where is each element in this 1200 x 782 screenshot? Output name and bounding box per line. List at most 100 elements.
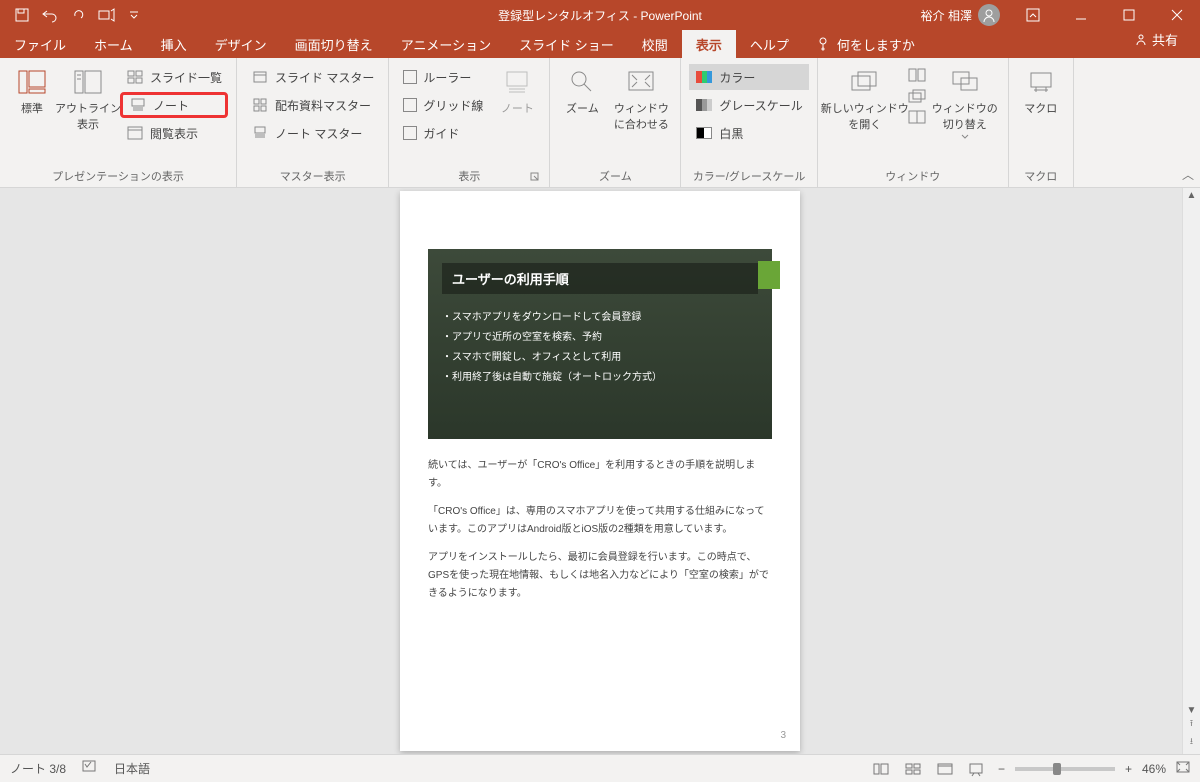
- handout-master-icon: [251, 96, 269, 114]
- page-indicator[interactable]: ノート 3/8: [10, 760, 66, 777]
- arrange-all-icon[interactable]: [908, 68, 926, 87]
- switch-windows-button[interactable]: ウィンドウの 切り替え: [930, 62, 1000, 140]
- zoom-icon: [566, 66, 598, 98]
- group-label-color-grayscale: カラー/グレースケール: [689, 167, 808, 185]
- grayscale-button[interactable]: グレースケール: [689, 92, 808, 118]
- user-account[interactable]: 裕介 相澤: [913, 4, 1008, 26]
- checkbox-icon: [403, 126, 417, 140]
- tab-help[interactable]: ヘルプ: [736, 30, 803, 58]
- outline-view-button[interactable]: アウトライン 表示: [60, 62, 116, 132]
- fit-to-window-button[interactable]: ウィンドウ に合わせる: [610, 62, 672, 132]
- vertical-scrollbar[interactable]: ▲ ▼ ⭱ ⭳: [1182, 188, 1200, 754]
- bw-icon: [695, 124, 713, 142]
- checkbox-icon: [403, 70, 417, 84]
- share-button[interactable]: 共有: [1120, 30, 1192, 49]
- group-zoom: ズーム ウィンドウ に合わせる ズーム: [550, 58, 681, 187]
- zoom-out-button[interactable]: −: [998, 762, 1005, 776]
- status-bar: ノート 3/8 日本語 − + 46%: [0, 754, 1200, 782]
- slide-sorter-button[interactable]: スライド一覧: [120, 64, 228, 90]
- title-bar: 登録型レンタルオフィス - PowerPoint 裕介 相澤: [0, 0, 1200, 30]
- group-color-grayscale: カラー グレースケール 白黒 カラー/グレースケール: [681, 58, 817, 187]
- ruler-checkbox[interactable]: ルーラー: [397, 64, 489, 90]
- group-label-window: ウィンドウ: [826, 167, 1000, 185]
- tab-animations[interactable]: アニメーション: [387, 30, 505, 58]
- group-label-macros: マクロ: [1017, 167, 1065, 185]
- status-reading-view-button[interactable]: [934, 760, 956, 778]
- zoom-in-button[interactable]: +: [1125, 762, 1132, 776]
- notes-page[interactable]: ユーザーの利用手順 スマホアプリをダウンロードして会員登録 アプリで近所の空室を…: [400, 191, 800, 751]
- tab-design[interactable]: デザイン: [201, 30, 281, 58]
- zoom-button[interactable]: ズーム: [558, 62, 606, 116]
- notes-page-icon: [129, 96, 147, 114]
- next-slide-button[interactable]: ⭳: [1190, 734, 1193, 750]
- fit-to-window-icon: [625, 66, 657, 98]
- normal-view-button[interactable]: 標準: [8, 62, 56, 116]
- user-name-label: 裕介 相澤: [921, 7, 972, 24]
- reading-view-button[interactable]: 閲覧表示: [120, 120, 228, 146]
- group-label-presentation-views: プレゼンテーションの表示: [8, 167, 228, 185]
- macros-button[interactable]: マクロ: [1017, 62, 1065, 116]
- handout-master-button[interactable]: 配布資料マスター: [245, 92, 380, 118]
- tab-transitions[interactable]: 画面切り替え: [281, 30, 387, 58]
- language-indicator[interactable]: 日本語: [114, 760, 150, 777]
- group-window: 新しいウィンドウ を開く ウィンドウの 切り替え ウィンドウ: [818, 58, 1009, 187]
- move-split-icon[interactable]: [908, 110, 926, 129]
- notes-pane-icon: [501, 66, 533, 98]
- tab-file[interactable]: ファイル: [0, 30, 80, 58]
- guides-checkbox[interactable]: ガイド: [397, 120, 489, 146]
- tab-slideshow[interactable]: スライド ショー: [505, 30, 628, 58]
- notes-page-button[interactable]: ノート: [120, 92, 228, 118]
- status-slide-sorter-button[interactable]: [902, 760, 924, 778]
- status-slideshow-button[interactable]: [966, 760, 988, 778]
- reading-view-icon: [126, 124, 144, 142]
- tell-me-label: 何をしますか: [837, 35, 915, 54]
- checkbox-icon: [403, 98, 417, 112]
- close-button[interactable]: [1154, 0, 1200, 30]
- fit-to-window-status-button[interactable]: [1176, 761, 1190, 776]
- tab-view[interactable]: 表示: [682, 30, 736, 58]
- slide-title: ユーザーの利用手順: [442, 263, 758, 294]
- prev-slide-button[interactable]: ⭱: [1190, 716, 1193, 732]
- black-white-button[interactable]: 白黒: [689, 120, 808, 146]
- start-from-beginning-button[interactable]: [94, 3, 118, 27]
- show-dialog-launcher[interactable]: [529, 171, 541, 183]
- cascade-icon[interactable]: [908, 89, 926, 108]
- gridlines-checkbox[interactable]: グリッド線: [397, 92, 489, 118]
- quick-access-toolbar: [0, 3, 146, 27]
- undo-button[interactable]: [38, 3, 62, 27]
- avatar: [978, 4, 1000, 26]
- color-icon: [695, 68, 713, 86]
- maximize-button[interactable]: [1106, 0, 1152, 30]
- scroll-down-button[interactable]: ▼: [1187, 705, 1197, 716]
- ribbon-display-options-button[interactable]: [1010, 0, 1056, 30]
- notes-pane-button[interactable]: ノート: [493, 62, 541, 116]
- status-normal-view-button[interactable]: [870, 760, 892, 778]
- tab-insert[interactable]: 挿入: [147, 30, 201, 58]
- zoom-slider[interactable]: [1015, 767, 1115, 771]
- group-presentation-views: 標準 アウトライン 表示 スライド一覧 ノート 閲覧表示: [0, 58, 237, 187]
- editing-canvas[interactable]: ユーザーの利用手順 スマホアプリをダウンロードして会員登録 アプリで近所の空室を…: [0, 188, 1200, 754]
- scroll-up-button[interactable]: ▲: [1187, 190, 1197, 201]
- save-button[interactable]: [10, 3, 34, 27]
- color-button[interactable]: カラー: [689, 64, 808, 90]
- notes-master-button[interactable]: ノート マスター: [245, 120, 380, 146]
- redo-button[interactable]: [66, 3, 90, 27]
- window-title: 登録型レンタルオフィス - PowerPoint: [498, 7, 702, 24]
- slide-master-button[interactable]: スライド マスター: [245, 64, 380, 90]
- collapse-ribbon-button[interactable]: ︿: [1182, 166, 1194, 183]
- tab-home[interactable]: ホーム: [80, 30, 147, 58]
- new-window-button[interactable]: 新しいウィンドウ を開く: [826, 62, 904, 132]
- qat-customize-button[interactable]: [122, 3, 146, 27]
- slide-bullets: スマホアプリをダウンロードして会員登録 アプリで近所の空室を検索、予約 スマホで…: [442, 308, 758, 388]
- tell-me-search[interactable]: 何をしますか: [803, 30, 929, 58]
- zoom-level[interactable]: 46%: [1142, 762, 1166, 776]
- spellcheck-icon[interactable]: [82, 760, 98, 777]
- minimize-button[interactable]: [1058, 0, 1104, 30]
- notes-text[interactable]: 続いては、ユーザーが「CRO's Office」を利用するときの手順を説明します…: [428, 457, 772, 603]
- slide-thumbnail: ユーザーの利用手順 スマホアプリをダウンロードして会員登録 アプリで近所の空室を…: [428, 249, 772, 439]
- slide-sorter-icon: [126, 68, 144, 86]
- macros-icon: [1025, 66, 1057, 98]
- tab-review[interactable]: 校閲: [628, 30, 682, 58]
- grayscale-icon: [695, 96, 713, 114]
- group-label-master-views: マスター表示: [245, 167, 380, 185]
